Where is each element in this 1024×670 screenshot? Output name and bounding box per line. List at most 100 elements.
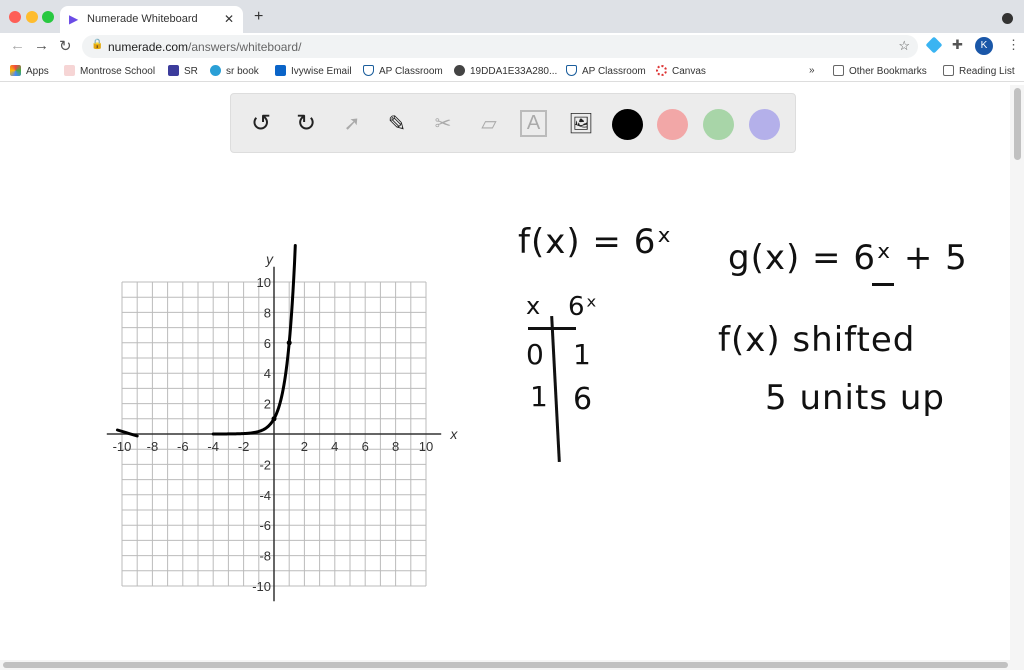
bookmark-canvas[interactable]: Canvas <box>656 65 706 77</box>
table-vertical-line <box>550 316 561 462</box>
shield-icon <box>363 65 374 76</box>
montrose-icon <box>64 65 75 76</box>
color-green[interactable] <box>703 109 734 140</box>
underline-5 <box>872 283 894 286</box>
table-row2-x: 1 <box>530 380 549 413</box>
more-bookmarks-button[interactable]: » <box>809 65 815 76</box>
bookmark-montrose[interactable]: Montrose School <box>64 65 155 77</box>
close-window-button[interactable] <box>9 11 21 23</box>
tab-numerade[interactable]: ▶ Numerade Whiteboard ✕ <box>60 6 243 33</box>
url-path: /answers/whiteboard/ <box>188 40 302 54</box>
other-bookmarks[interactable]: Other Bookmarks <box>833 65 927 77</box>
text-icon[interactable]: A <box>520 110 547 137</box>
forward-button[interactable]: → <box>34 37 49 54</box>
reload-button[interactable]: ↻ <box>59 37 72 55</box>
table-row2-fx: 6 <box>573 382 594 417</box>
table-header-x: x <box>526 292 542 320</box>
y-tick-label: 10 <box>257 275 271 290</box>
eraser-icon[interactable]: ▱ <box>473 108 505 140</box>
bookmark-19dda[interactable]: 19DDA1E33A280... <box>454 65 557 77</box>
wordpress-icon <box>210 65 221 76</box>
globe-icon <box>454 65 465 76</box>
undo-icon[interactable]: ↺ <box>245 108 277 140</box>
bookmarks-bar: Apps Montrose School SR sr book Ivywise … <box>0 59 1024 82</box>
close-tab-icon[interactable]: ✕ <box>224 12 234 26</box>
menu-icon[interactable]: ⋮ <box>1007 37 1020 53</box>
outlook-icon <box>275 65 286 76</box>
y-tick-label: 6 <box>264 336 271 351</box>
y-tick-label: 4 <box>264 366 271 381</box>
reading-list[interactable]: Reading List <box>943 65 1015 77</box>
y-axis-label: y <box>265 251 274 267</box>
y-tick-label: -4 <box>259 488 271 503</box>
pen-icon[interactable]: ✎ <box>381 108 413 140</box>
tab-title: Numerade Whiteboard <box>87 13 198 25</box>
apps-grid-icon <box>10 65 21 76</box>
x-tick-label: -6 <box>177 439 189 454</box>
color-pink[interactable] <box>657 109 688 140</box>
x-tick-label: 6 <box>362 439 369 454</box>
coordinate-graph: -10 -8 -6 -4 -2 2 4 6 8 10 10 8 6 4 2 -2 -4 -6 -8 -10 x y <box>106 244 458 602</box>
x-tick-label: 8 <box>392 439 399 454</box>
bookmark-ap-classroom[interactable]: AP Classroom <box>363 65 443 77</box>
table-row1-fx: 1 <box>573 338 592 371</box>
x-tick-label: -10 <box>113 439 132 454</box>
y-tick-label: -8 <box>259 549 271 564</box>
canvas-icon <box>656 65 667 76</box>
lock-icon: 🔒 <box>91 39 104 50</box>
table-row1-x: 0 <box>526 338 545 371</box>
horizontal-scroll-thumb[interactable] <box>3 662 1008 668</box>
shield-icon <box>566 65 577 76</box>
extensions-puzzle-icon[interactable]: ✚ <box>952 37 963 53</box>
y-tick-label: -2 <box>259 457 271 472</box>
minimize-window-button[interactable] <box>26 11 38 23</box>
f-definition: f(x) = 6ˣ <box>518 222 673 262</box>
x-tick-label: -2 <box>238 439 250 454</box>
x-tick-label: 2 <box>301 439 308 454</box>
point-0-1 <box>271 416 277 422</box>
new-tab-button[interactable]: + <box>254 8 263 26</box>
url-host: numerade.com <box>108 40 189 54</box>
tab-search-icon[interactable] <box>1002 13 1013 24</box>
image-icon[interactable]: 🖼 <box>565 108 597 140</box>
nav-bar: ← → ↻ 🔒 numerade.com/answers/whiteboard/… <box>0 33 1024 59</box>
y-tick-label: 2 <box>264 397 271 412</box>
folder-icon <box>833 65 844 76</box>
point-1-6 <box>286 340 292 346</box>
whiteboard-toolbar: ↺ ↻ ➚ ✎ ✂ ▱ A 🖼 <box>230 93 796 153</box>
y-tick-label: -10 <box>252 579 271 594</box>
maximize-window-button[interactable] <box>42 11 54 23</box>
color-black[interactable] <box>612 109 643 140</box>
vertical-scroll-thumb[interactable] <box>1014 88 1021 160</box>
bookmark-apps[interactable]: Apps <box>10 65 49 77</box>
x-tick-label: -8 <box>147 439 159 454</box>
note-line1: f(x) shifted <box>718 320 916 360</box>
vertical-scrollbar[interactable] <box>1010 85 1024 660</box>
avatar[interactable]: K <box>975 37 993 55</box>
extension-icon[interactable] <box>925 36 943 54</box>
y-tick-label: -6 <box>259 518 271 533</box>
reading-list-icon <box>943 65 954 76</box>
table-header-fx: 6ˣ <box>568 292 599 322</box>
g-definition: g(x) = 6ˣ + 5 <box>728 238 968 278</box>
color-purple[interactable] <box>749 109 780 140</box>
bookmark-ivywise[interactable]: Ivywise Email <box>275 65 352 77</box>
sr-icon <box>168 65 179 76</box>
bookmark-sr-book[interactable]: sr book <box>210 65 259 77</box>
select-icon[interactable]: ➚ <box>336 108 368 140</box>
bookmark-ap-classroom-2[interactable]: AP Classroom <box>566 65 646 77</box>
tools-icon[interactable]: ✂ <box>427 108 459 140</box>
tab-bar: ▶ Numerade Whiteboard ✕ + <box>0 0 1024 33</box>
note-line2: 5 units up <box>765 378 945 418</box>
x-tick-label: 4 <box>331 439 338 454</box>
x-tick-label: -4 <box>207 439 219 454</box>
bookmark-star-icon[interactable]: ☆ <box>898 38 910 54</box>
address-bar[interactable]: 🔒 numerade.com/answers/whiteboard/ ☆ <box>82 35 918 58</box>
x-tick-label: 10 <box>419 439 433 454</box>
bookmark-sr[interactable]: SR <box>168 65 198 77</box>
redo-icon[interactable]: ↻ <box>290 108 322 140</box>
y-tick-label: 8 <box>264 305 271 320</box>
back-button[interactable]: ← <box>10 37 25 54</box>
numerade-logo-icon: ▶ <box>69 12 79 26</box>
x-axis-label: x <box>449 426 458 442</box>
